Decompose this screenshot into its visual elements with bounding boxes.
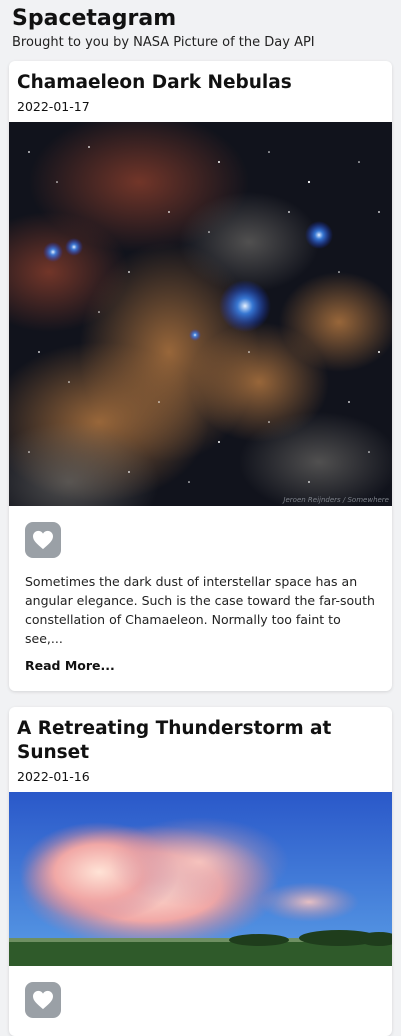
post-image: Jeroen Reijnders / Somewhere — [9, 122, 392, 506]
post-description: Sometimes the dark dust of interstellar … — [25, 574, 375, 646]
post-title: Chamaeleon Dark Nebulas — [17, 72, 292, 93]
image-credit: Jeroen Reijnders / Somewhere — [281, 496, 389, 504]
post-body — [9, 966, 392, 1036]
heart-icon — [33, 530, 53, 550]
app-title: Spacetagram — [12, 6, 177, 31]
post-date: 2022-01-16 — [17, 769, 90, 784]
heart-icon — [33, 990, 53, 1010]
read-more-link[interactable]: Read More... — [25, 658, 376, 673]
like-button[interactable] — [25, 982, 61, 1018]
post-card: Chamaeleon Dark Nebulas 2022-01-17 Jeroe… — [9, 61, 392, 691]
post-date: 2022-01-17 — [17, 99, 90, 114]
app-subtitle: Brought to you by NASA Picture of the Da… — [12, 35, 315, 50]
post-image — [9, 792, 392, 966]
post-header: Chamaeleon Dark Nebulas 2022-01-17 — [9, 61, 392, 122]
post-title: A Retreating Thunderstorm at Sunset — [17, 718, 332, 763]
post-card: A Retreating Thunderstorm at Sunset 2022… — [9, 707, 392, 1036]
like-button[interactable] — [25, 522, 61, 558]
app-header: Spacetagram Brought to you by NASA Pictu… — [0, 0, 401, 50]
post-body: Sometimes the dark dust of interstellar … — [9, 506, 392, 691]
post-header: A Retreating Thunderstorm at Sunset 2022… — [9, 707, 392, 792]
